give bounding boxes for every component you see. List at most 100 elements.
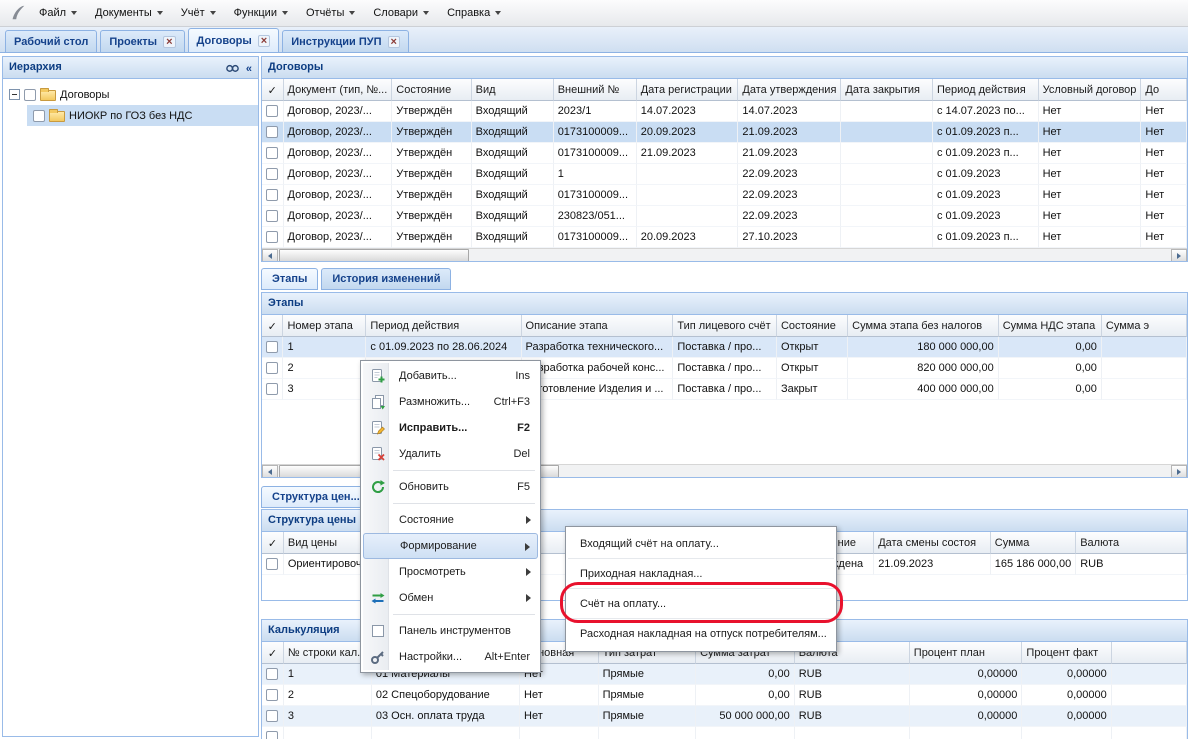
tree-checkbox[interactable] [33,110,45,122]
row-checkbox[interactable] [266,231,278,243]
submenu-item-incoming-invoice[interactable]: Входящий счёт на оплату... [568,529,834,559]
table-row[interactable] [262,727,1187,739]
context-menu-item-exchange[interactable]: Обмен [363,585,538,611]
context-menu-item-view[interactable]: Просмотреть [363,559,538,585]
column-header[interactable]: Процент факт [1022,642,1111,664]
row-checkbox[interactable] [266,168,278,180]
table-row[interactable]: Договор, 2023/...УтверждёнВходящий017310… [262,227,1187,248]
column-header[interactable]: Дата закрытия [841,79,933,101]
tab-projects[interactable]: Проекты× [100,30,184,52]
tab-instructions[interactable]: Инструкции ПУП× [282,30,409,52]
scroll-left-icon[interactable] [262,465,278,478]
scroll-right-icon[interactable] [1171,465,1187,478]
row-checkbox[interactable] [266,731,278,739]
collapse-node-icon[interactable] [9,89,20,100]
row-checkbox[interactable] [266,362,278,374]
column-header[interactable]: Сумма [991,532,1076,554]
menu-item-file[interactable]: Файл [30,2,86,24]
table-row[interactable]: Договор, 2023/...УтверждёнВходящий230823… [262,206,1187,227]
context-menu-item-delete[interactable]: Del Удалить [363,441,538,467]
column-header[interactable]: Внешний № [554,79,637,101]
select-all-header[interactable]: ✓ [262,79,284,101]
column-header[interactable]: Процент план [910,642,1023,664]
close-icon[interactable]: × [388,36,400,48]
context-menu-item-refresh[interactable]: F5 Обновить [363,474,538,500]
close-icon[interactable]: × [163,36,175,48]
tab-contracts[interactable]: Договоры× [188,28,280,52]
column-header[interactable]: Период действия [933,79,1039,101]
column-header[interactable]: Дата смены состоя [874,532,991,554]
scroll-right-icon[interactable] [1171,249,1187,262]
tree-node-niokr[interactable]: НИОКР по ГОЗ без НДС [27,105,258,126]
row-checkbox[interactable] [266,210,278,222]
column-header[interactable]: Дата утверждения [738,79,841,101]
column-header[interactable]: Валюта [1076,532,1187,554]
context-menu-item-settings[interactable]: Alt+Enter Настройки... [363,644,538,670]
column-header[interactable]: Состояние [392,79,471,101]
context-menu-item-state[interactable]: Состояние [363,507,538,533]
menu-item-reports[interactable]: Отчёты [297,2,364,24]
binoculars-icon[interactable] [225,60,240,78]
context-menu-item-generation[interactable]: Формирование [363,533,538,559]
table-row[interactable]: Договор, 2023/...УтверждёнВходящий017310… [262,122,1187,143]
tab-change-history[interactable]: История изменений [321,268,451,290]
table-row[interactable]: 303 Осн. оплата трудаНетПрямые50 000 000… [262,706,1187,727]
column-header[interactable]: Сумма э [1102,315,1187,337]
collapse-panel-icon[interactable]: « [246,63,252,75]
tab-stages[interactable]: Этапы [261,268,318,290]
select-all-header[interactable]: ✓ [262,532,284,554]
menu-item-dictionaries[interactable]: Словари [364,2,438,24]
table-row[interactable]: Договор, 2023/...УтверждёнВходящий122.09… [262,164,1187,185]
row-checkbox[interactable] [266,710,278,722]
column-header[interactable]: Дата регистрации [637,79,739,101]
scrollbar-thumb[interactable] [279,249,469,262]
menu-item-accounting[interactable]: Учёт [172,2,225,24]
row-checkbox[interactable] [266,558,278,570]
scroll-left-icon[interactable] [262,249,278,262]
tab-desktop[interactable]: Рабочий стол [5,30,97,52]
column-header[interactable]: № строки кал... [284,642,372,664]
column-header[interactable]: Сумма НДС этапа [999,315,1102,337]
h-scrollbar[interactable] [262,248,1187,262]
row-checkbox[interactable] [266,105,278,117]
tree-checkbox[interactable] [24,89,36,101]
context-menu-item-duplicate[interactable]: Ctrl+F3 Размножить... [363,389,538,415]
tree-node-contracts[interactable]: Договоры [3,84,258,105]
column-header[interactable]: Документ (тип, №... [284,79,393,101]
table-row[interactable]: Договор, 2023/...УтверждёнВходящий2023/1… [262,101,1187,122]
context-menu-item-toolbar[interactable]: Панель инструментов [363,618,538,644]
submenu-item-receipt-note[interactable]: Приходная накладная... [568,559,834,589]
select-all-header[interactable]: ✓ [262,315,283,337]
menu-item-help[interactable]: Справка [438,2,510,24]
table-row[interactable]: 1с 01.09.2023 по 28.06.2024Разработка те… [262,337,1187,358]
row-checkbox[interactable] [266,668,278,680]
context-menu-item-add[interactable]: Ins Добавить... [363,363,538,389]
context-menu-item-edit[interactable]: F2 Исправить... [363,415,538,441]
menu-item-documents[interactable]: Документы [86,2,172,24]
column-header[interactable]: До [1141,79,1187,101]
column-header[interactable]: Номер этапа [283,315,366,337]
column-header[interactable]: Период действия [366,315,521,337]
row-checkbox[interactable] [266,147,278,159]
column-header[interactable]: Описание этапа [522,315,674,337]
row-checkbox[interactable] [266,126,278,138]
column-header[interactable]: Вид [472,79,554,101]
row-checkbox[interactable] [266,383,278,395]
column-header[interactable]: Состояние [777,315,848,337]
row-checkbox[interactable] [266,341,278,353]
column-header[interactable]: Сумма этапа без налогов [848,315,999,337]
select-all-header[interactable]: ✓ [262,642,284,664]
submenu-item-dispatch-note[interactable]: Расходная накладная на отпуск потребител… [568,619,834,649]
table-row[interactable]: Договор, 2023/...УтверждёнВходящий017310… [262,143,1187,164]
menu-item-functions[interactable]: Функции [225,2,297,24]
close-icon[interactable]: × [258,35,270,47]
row-checkbox[interactable] [266,689,278,701]
table-row[interactable]: 202 СпецоборудованиеНетПрямые0,00RUB0,00… [262,685,1187,706]
column-header[interactable]: Условный договор [1039,79,1142,101]
row-checkbox[interactable] [266,189,278,201]
column-header[interactable]: Тип лицевого счёт [673,315,777,337]
submenu-item-payment-invoice[interactable]: Счёт на оплату... [568,589,834,619]
tab-price-structure[interactable]: Структура цен... [261,486,371,508]
table-row[interactable]: Договор, 2023/...УтверждёнВходящий017310… [262,185,1187,206]
column-header[interactable] [1112,642,1187,664]
